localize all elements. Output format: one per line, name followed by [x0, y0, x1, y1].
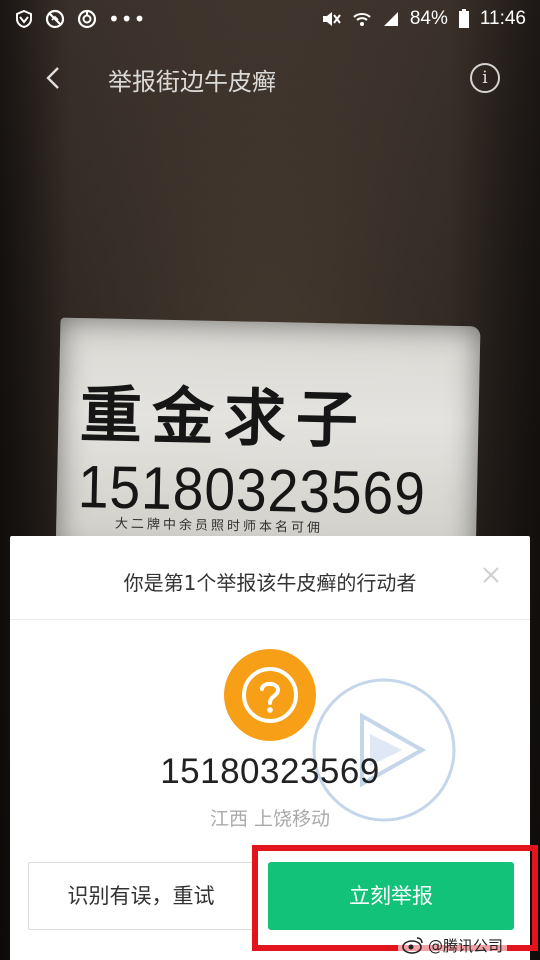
- clock: 11:46: [479, 8, 526, 29]
- credit-watermark: @腾讯公司: [398, 932, 508, 958]
- retry-button[interactable]: 识别有误，重试: [28, 862, 254, 930]
- sheet-title: 你是第1个举报该牛皮癣的行动者: [123, 571, 417, 595]
- wifi-icon: [352, 9, 372, 29]
- report-now-button[interactable]: 立刻举报: [268, 862, 514, 930]
- sticker-heading: 重金求子: [79, 378, 369, 458]
- status-left: •••: [14, 7, 146, 31]
- signal-icon: [382, 10, 400, 28]
- sheet-header: 你是第1个举报该牛皮癣的行动者: [10, 536, 530, 620]
- detected-phone-number: 15180323569: [160, 752, 380, 791]
- sync-icon: [76, 8, 98, 30]
- weibo-icon: [402, 936, 424, 954]
- close-icon[interactable]: [480, 564, 502, 586]
- info-icon[interactable]: i: [470, 63, 500, 93]
- status-bar: ••• 84% 11:46: [0, 0, 540, 38]
- chevron-left-icon[interactable]: [40, 62, 68, 94]
- mute-icon: [320, 8, 342, 30]
- vpn-shield-icon: [14, 9, 34, 29]
- battery-percent: 84%: [409, 8, 448, 29]
- battery-icon: [458, 9, 470, 29]
- status-right: 84% 11:46: [320, 8, 526, 30]
- credit-text: @腾讯公司: [428, 936, 504, 955]
- play-watermark-icon: [310, 676, 458, 824]
- report-sheet: 你是第1个举报该牛皮癣的行动者 15180323569 江西 上饶移动 识别有误…: [10, 536, 538, 960]
- title-bar: 举报街边牛皮癣 i: [0, 48, 540, 108]
- page-title: 举报街边牛皮癣: [108, 68, 276, 96]
- more-notifications: •••: [108, 7, 147, 31]
- carrier-location: 江西 上饶移动: [209, 808, 331, 830]
- question-icon: [224, 649, 316, 741]
- blocked-icon: [44, 8, 66, 30]
